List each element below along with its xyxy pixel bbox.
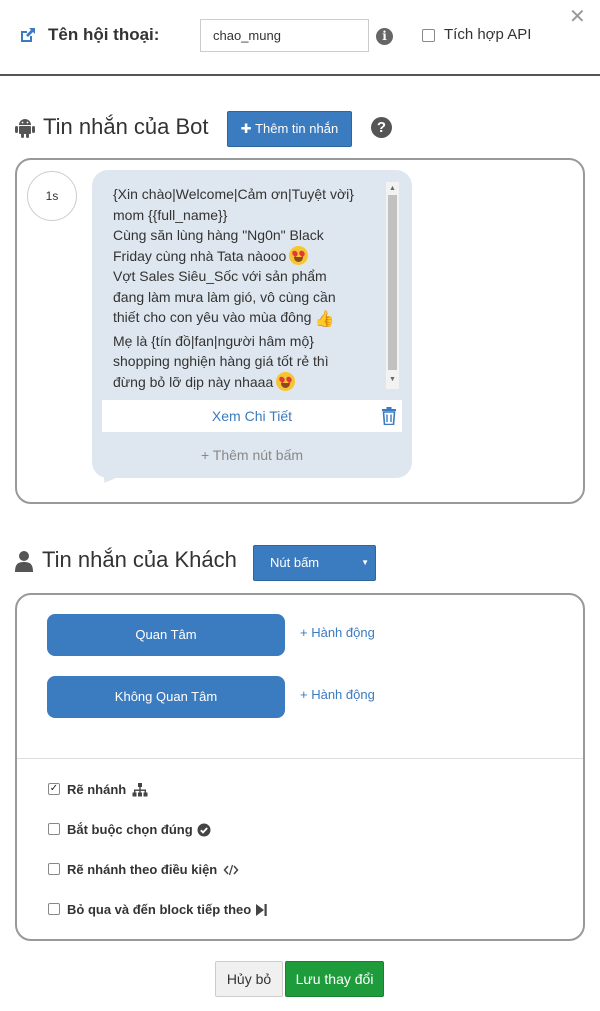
api-integration-checkbox[interactable] xyxy=(422,29,435,42)
conditional-branching-label: Rẽ nhánh theo điều kiện xyxy=(67,862,218,877)
quick-reply-button[interactable]: Quan Tâm xyxy=(47,614,285,656)
add-message-button[interactable]: ✚ Thêm tin nhắn xyxy=(227,111,352,147)
heart-eyes-emoji-icon xyxy=(276,371,296,391)
skip-to-next-block-checkbox[interactable] xyxy=(48,903,60,915)
message-textarea[interactable]: {Xin chào|Welcome|Cảm ơn|Tuyệt vời} mom … xyxy=(113,184,383,392)
add-button-link[interactable]: + Thêm nút bấm xyxy=(92,447,412,463)
sitemap-icon xyxy=(132,783,148,797)
message-line: mom {{full_name}} xyxy=(113,206,228,223)
reply-type-select[interactable]: Nút bấm ▼ xyxy=(253,545,376,581)
info-icon[interactable]: i xyxy=(376,28,393,45)
bot-messages-title: Tin nhắn của Bot xyxy=(43,114,209,139)
help-icon[interactable]: ? xyxy=(371,117,392,138)
thumbs-up-emoji-icon: 👍 xyxy=(314,311,335,328)
step-forward-icon xyxy=(256,904,267,916)
heart-eyes-emoji-icon xyxy=(289,245,309,265)
scroll-down-arrow-icon[interactable]: ▼ xyxy=(386,375,399,385)
message-scrollbar[interactable]: ▲ ▼ xyxy=(386,182,399,389)
message-line: {Xin chào|Welcome|Cảm ơn|Tuyệt vời} xyxy=(113,186,354,202)
android-icon xyxy=(15,119,35,138)
add-action-link[interactable]: + Hành động xyxy=(300,687,375,702)
require-correct-label: Bắt buộc chọn đúng xyxy=(67,822,193,837)
customer-messages-title: Tin nhắn của Khách xyxy=(42,547,237,572)
message-line-with-emoji: đừng bỏ lỡ dịp này nhaaa xyxy=(113,371,383,393)
cancel-button[interactable]: Hủy bỏ xyxy=(215,961,283,997)
external-link-icon[interactable] xyxy=(19,26,37,44)
message-line: Mẹ là {tín đồ|fan|người hâm mộ} xyxy=(113,332,314,349)
message-line: Vợt Sales Siêu_Sốc với sản phẩm xyxy=(113,268,327,284)
scroll-up-arrow-icon[interactable]: ▲ xyxy=(386,184,399,194)
add-message-label: Thêm tin nhắn xyxy=(255,121,339,136)
message-line: đang làm mưa làm gió, vô cùng cần xyxy=(113,288,336,305)
trash-icon[interactable] xyxy=(381,407,397,425)
view-detail-button[interactable]: Xem Chi Tiết xyxy=(102,400,402,432)
require-correct-checkbox[interactable] xyxy=(48,823,60,835)
user-icon xyxy=(15,551,33,572)
conversation-name-label: Tên hội thoại: xyxy=(48,25,160,44)
message-line-text: Friday cùng nhà Tata nàooo xyxy=(113,247,287,264)
plus-icon: ✚ xyxy=(240,121,252,136)
api-integration-label: Tích hợp API xyxy=(444,26,532,43)
reply-type-value: Nút bấm xyxy=(270,555,320,570)
message-line: Cùng săn lùng hàng "Ng0n" Black xyxy=(113,227,324,243)
save-changes-button[interactable]: Lưu thay đổi xyxy=(285,961,384,997)
message-line-with-emoji: thiết cho con yêu vào mùa đông 👍 xyxy=(113,307,383,331)
dialog-header: Tên hội thoại: i Tích hợp API ✕ xyxy=(0,0,600,76)
skip-to-next-block-label: Bỏ qua và đến block tiếp theo xyxy=(67,902,252,917)
message-line-text: đừng bỏ lỡ dịp này nhaaa xyxy=(113,373,274,390)
scroll-thumb[interactable] xyxy=(388,195,397,370)
branching-label: Rẽ nhánh xyxy=(67,782,127,797)
branching-checkbox[interactable]: ✓ xyxy=(48,783,60,795)
message-line-with-emoji: Friday cùng nhà Tata nàooo xyxy=(113,245,383,267)
check-circle-icon xyxy=(197,823,211,837)
conversation-name-input[interactable] xyxy=(200,19,369,52)
code-icon xyxy=(223,864,239,876)
caret-down-icon: ▼ xyxy=(361,558,369,567)
conditional-branching-checkbox[interactable] xyxy=(48,863,60,875)
panel-divider xyxy=(17,758,583,759)
message-line: shopping nghiện hàng giá tốt rẻ thì xyxy=(113,353,329,369)
quick-reply-button[interactable]: Không Quan Tâm xyxy=(47,676,285,718)
add-action-link[interactable]: + Hành động xyxy=(300,625,375,640)
message-line-text: thiết cho con yêu vào mùa đông xyxy=(113,309,312,325)
close-icon[interactable]: ✕ xyxy=(569,7,586,27)
delay-badge[interactable]: 1s xyxy=(27,171,77,221)
message-button-row: Xem Chi Tiết xyxy=(102,400,402,432)
